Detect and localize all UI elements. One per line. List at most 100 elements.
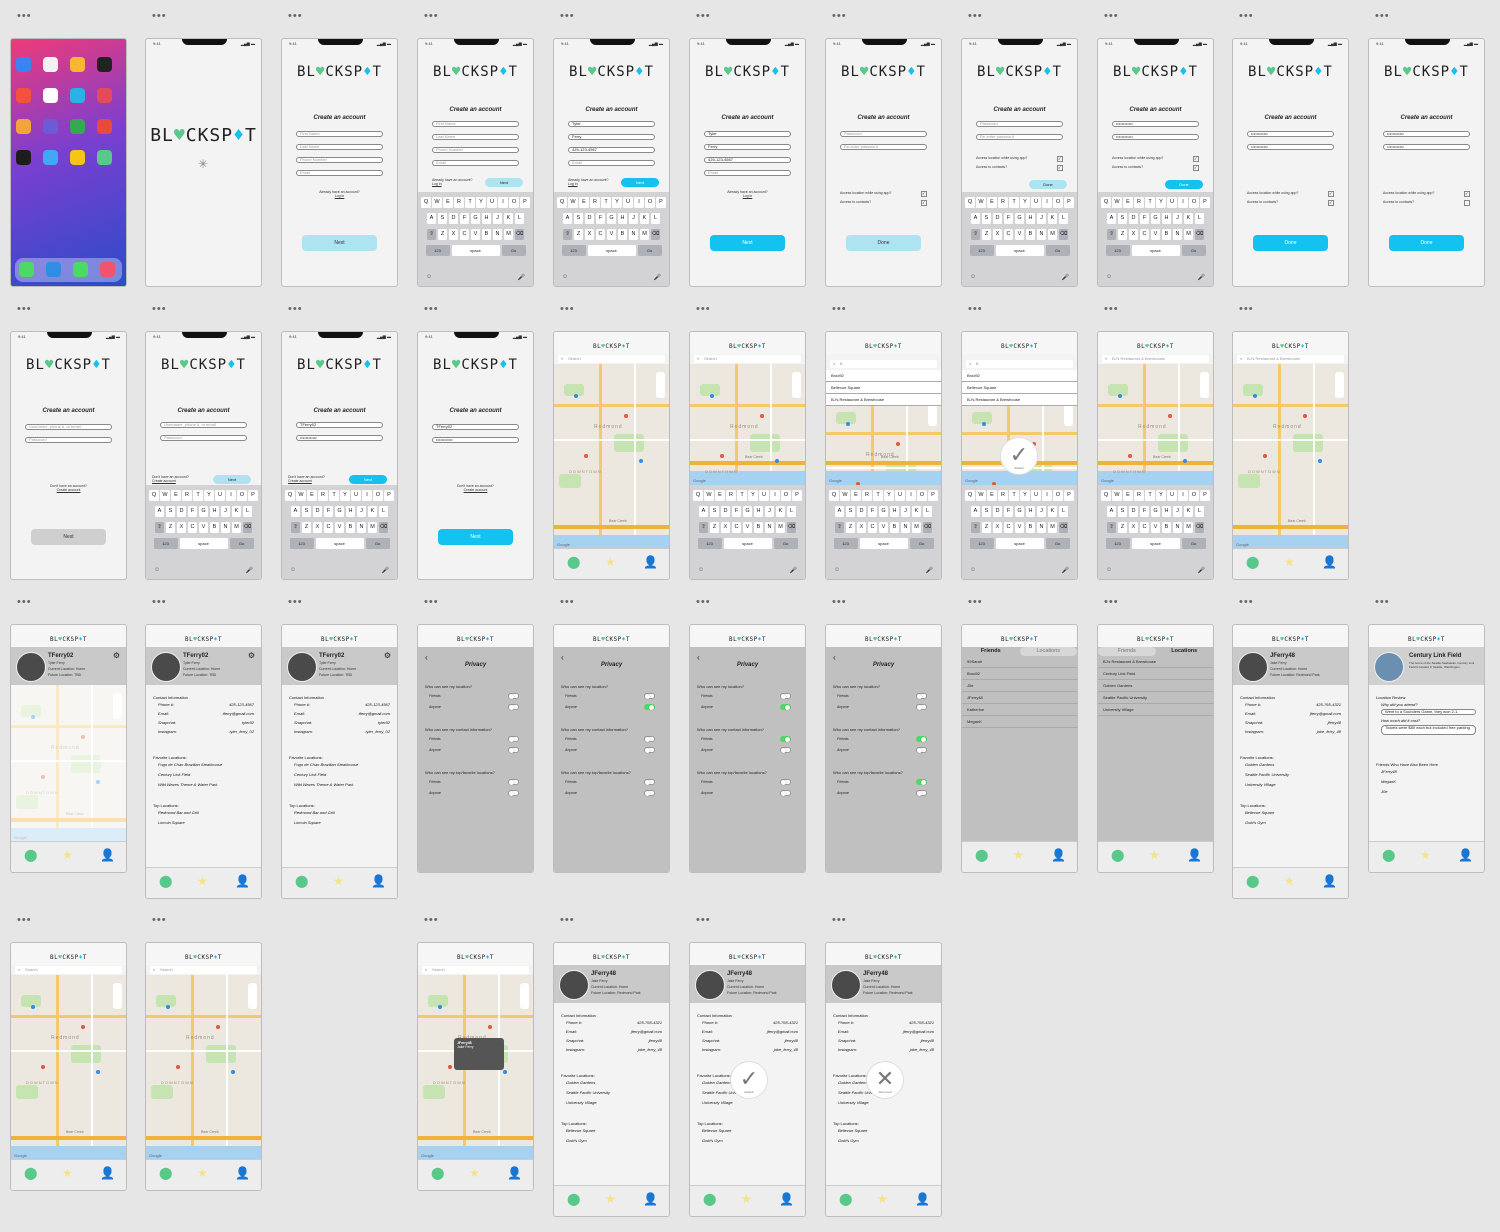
numbers-key[interactable]: 123: [969, 538, 994, 549]
key[interactable]: T: [873, 490, 883, 501]
artboard-menu[interactable]: •••: [1239, 10, 1254, 22]
key[interactable]: H: [889, 506, 900, 517]
key[interactable]: C: [1003, 522, 1014, 533]
star-icon[interactable]: ★: [605, 555, 616, 569]
favorite-location[interactable]: Golden Gardens: [566, 1080, 662, 1085]
microphone-icon[interactable]: 🎤: [926, 567, 933, 574]
artboard-menu[interactable]: •••: [152, 303, 167, 315]
top-location[interactable]: Bellevue Square: [566, 1128, 662, 1133]
user-icon[interactable]: 👤: [643, 555, 658, 569]
search-input[interactable]: ⌕ Search: [694, 355, 801, 363]
artboard-menu[interactable]: •••: [152, 596, 167, 608]
key[interactable]: T: [1009, 197, 1019, 208]
key[interactable]: M: [231, 522, 242, 533]
signup-prompt[interactable]: Don't have an account? Create account: [152, 475, 189, 483]
friends-toggle[interactable]: [780, 693, 791, 699]
key[interactable]: S: [1117, 213, 1128, 224]
shift-key[interactable]: ⇧: [834, 522, 845, 533]
avatar[interactable]: [1238, 652, 1268, 682]
key[interactable]: Y: [1020, 197, 1030, 208]
key[interactable]: N: [356, 522, 367, 533]
key[interactable]: D: [176, 506, 187, 517]
app-icon[interactable]: [43, 150, 58, 165]
user-icon[interactable]: 👤: [643, 1192, 658, 1206]
user-icon[interactable]: 👤: [100, 848, 115, 862]
signup-field[interactable]: First Name: [296, 131, 383, 137]
signup-field[interactable]: 425-123-4567: [704, 157, 791, 163]
next-button[interactable]: Next: [438, 529, 513, 545]
signup-field[interactable]: 425-123-4567: [568, 147, 655, 153]
key[interactable]: I: [1178, 197, 1188, 208]
emoji-icon[interactable]: ☺: [1106, 567, 1112, 574]
done-button[interactable]: Done: [1029, 180, 1067, 189]
map-pin-icon[interactable]: ⬤: [24, 848, 37, 862]
friends-toggle[interactable]: [508, 693, 519, 699]
key[interactable]: R: [726, 490, 736, 501]
signup-prompt[interactable]: Don't have an account? Create account: [11, 484, 126, 492]
emoji-icon[interactable]: ☺: [1106, 274, 1112, 281]
map-controls[interactable]: [792, 372, 801, 398]
key[interactable]: W: [976, 490, 986, 501]
username-field[interactable]: Username, phone #, or email: [160, 422, 247, 428]
key[interactable]: B: [1161, 522, 1172, 533]
key[interactable]: H: [345, 506, 356, 517]
back-chevron-icon[interactable]: ‹: [561, 653, 564, 662]
go-key[interactable]: Go: [365, 538, 390, 549]
key[interactable]: X: [176, 522, 187, 533]
map-view[interactable]: Redmond DOWNTOWN Bear Creek Google: [554, 364, 669, 549]
key[interactable]: U: [351, 490, 361, 501]
key[interactable]: V: [1150, 522, 1161, 533]
artboard-menu[interactable]: •••: [424, 596, 439, 608]
top-location[interactable]: Bellevue Square: [702, 1128, 798, 1133]
map-pin-icon[interactable]: ⬤: [703, 1192, 716, 1206]
anyone-toggle[interactable]: [508, 747, 519, 753]
tab-friends[interactable]: Friends: [1098, 647, 1156, 656]
key[interactable]: C: [731, 522, 742, 533]
key[interactable]: Z: [573, 229, 584, 240]
artboard-menu[interactable]: •••: [560, 914, 575, 926]
user-icon[interactable]: 👤: [1322, 555, 1337, 569]
key[interactable]: E: [579, 197, 589, 208]
keyboard[interactable]: Q W E R T Y U I O P A S D F G H J K L ⇧ Z X C V B N M ⌫ 123 space Go ☺ 🎤: [282, 485, 397, 579]
backspace-key[interactable]: ⌫: [1058, 229, 1069, 240]
star-icon[interactable]: ★: [469, 1166, 480, 1180]
signup-field[interactable]: Email: [296, 170, 383, 176]
key[interactable]: H: [1161, 506, 1172, 517]
key[interactable]: W: [296, 490, 306, 501]
signup-prompt[interactable]: Don't have an account? Create account: [288, 475, 325, 483]
key[interactable]: H: [1025, 213, 1036, 224]
avatar[interactable]: [695, 970, 725, 1000]
key[interactable]: K: [639, 213, 650, 224]
key[interactable]: V: [742, 522, 753, 533]
key[interactable]: N: [900, 522, 911, 533]
key[interactable]: M: [911, 522, 922, 533]
key[interactable]: F: [459, 213, 470, 224]
key[interactable]: G: [742, 506, 753, 517]
top-location[interactable]: Gold's Gym: [838, 1138, 934, 1143]
key[interactable]: O: [1053, 490, 1063, 501]
key[interactable]: X: [312, 522, 323, 533]
key[interactable]: D: [312, 506, 323, 517]
map-pin-icon[interactable]: ⬤: [567, 555, 580, 569]
emoji-icon[interactable]: ☺: [970, 567, 976, 574]
list-item[interactable]: BJ's Restaurant & Brewhouse: [1098, 656, 1213, 668]
backspace-key[interactable]: ⌫: [514, 229, 525, 240]
next-button[interactable]: Next: [213, 475, 251, 484]
key[interactable]: I: [362, 490, 372, 501]
user-icon[interactable]: 👤: [1187, 848, 1202, 862]
emoji-icon[interactable]: ☺: [290, 567, 296, 574]
search-result-item[interactable]: Brod92: [826, 370, 941, 382]
reenter-password-field[interactable]: Re-enter password: [840, 144, 927, 150]
key[interactable]: G: [1014, 506, 1025, 517]
key[interactable]: L: [1058, 213, 1069, 224]
favorite-location[interactable]: University Village: [566, 1100, 662, 1105]
dock-app-icon[interactable]: [19, 262, 34, 277]
search-input[interactable]: ⌕ Search: [422, 966, 529, 974]
key[interactable]: J: [1172, 213, 1183, 224]
key[interactable]: D: [584, 213, 595, 224]
artboard-menu[interactable]: •••: [832, 303, 847, 315]
friend-popup[interactable]: JFerry48 Jake Ferry: [454, 1038, 504, 1070]
key[interactable]: Q: [829, 490, 839, 501]
location-checkbox[interactable]: ✓: [1193, 156, 1199, 162]
artboard-menu[interactable]: •••: [17, 914, 32, 926]
